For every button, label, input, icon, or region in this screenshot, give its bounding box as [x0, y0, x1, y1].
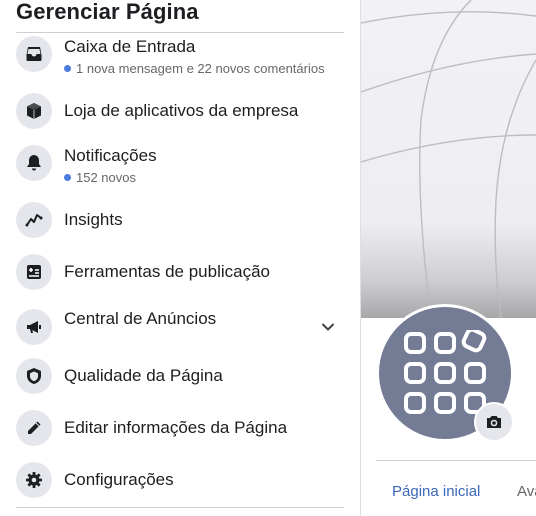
- insights-chart-icon: [16, 202, 52, 238]
- unread-dot: [64, 174, 71, 181]
- manage-page-sidebar: Gerenciar Página Caixa de Entrada 1 nova…: [0, 0, 361, 516]
- inbox-icon: [16, 36, 52, 72]
- gear-icon: [16, 462, 52, 498]
- divider: [16, 507, 344, 508]
- sidebar-item-label: Central de Anúncios: [64, 309, 217, 328]
- sidebar-item-settings[interactable]: Configurações: [16, 460, 344, 500]
- sidebar-item-insights[interactable]: Insights: [16, 200, 344, 240]
- publishing-tools-icon: [16, 254, 52, 290]
- shield-icon: [16, 358, 52, 394]
- sidebar-item-label: Caixa de Entrada: [64, 37, 196, 56]
- sidebar-item-label: Insights: [64, 210, 123, 229]
- bell-icon: [16, 145, 52, 181]
- sidebar-item-inbox[interactable]: Caixa de Entrada 1 nova mensagem e 22 no…: [16, 32, 344, 76]
- unread-dot: [64, 65, 71, 72]
- cover-photo[interactable]: [361, 0, 536, 318]
- page-preview: Página inicial Ava: [361, 0, 536, 516]
- sidebar-item-label: Ferramentas de publicação: [64, 262, 271, 281]
- cover-pattern: [361, 0, 536, 318]
- tab-reviews[interactable]: Ava: [517, 483, 536, 500]
- sidebar-title: Gerenciar Página: [16, 0, 199, 24]
- sidebar-item-edit-page-info[interactable]: Editar informações da Página: [16, 408, 344, 448]
- chevron-down-icon[interactable]: [320, 319, 336, 335]
- sidebar-item-label: Configurações: [64, 470, 174, 489]
- tab-home[interactable]: Página inicial: [392, 483, 480, 500]
- sidebar-item-notifications[interactable]: Notificações 152 novos: [16, 141, 344, 185]
- sidebar-item-subtext: 152 novos: [64, 170, 136, 185]
- sidebar-item-publishing-tools[interactable]: Ferramentas de publicação: [16, 252, 344, 292]
- sidebar-item-label: Editar informações da Página: [64, 418, 288, 437]
- sidebar-item-label: Notificações: [64, 146, 157, 165]
- pencil-icon: [16, 410, 52, 446]
- megaphone-icon: [16, 309, 52, 345]
- sidebar-item-label: Qualidade da Página: [64, 366, 223, 385]
- box-icon: [16, 93, 52, 129]
- sidebar-item-subtext: 1 nova mensagem e 22 novos comentários: [64, 61, 325, 76]
- camera-icon[interactable]: [474, 402, 514, 442]
- sidebar-item-label: Loja de aplicativos da empresa: [64, 101, 299, 120]
- sidebar-item-page-quality[interactable]: Qualidade da Página: [16, 356, 344, 396]
- sidebar-item-app-store[interactable]: Loja de aplicativos da empresa: [16, 91, 344, 131]
- sidebar-item-ad-center[interactable]: Central de Anúncios: [16, 303, 344, 345]
- divider: [376, 460, 536, 461]
